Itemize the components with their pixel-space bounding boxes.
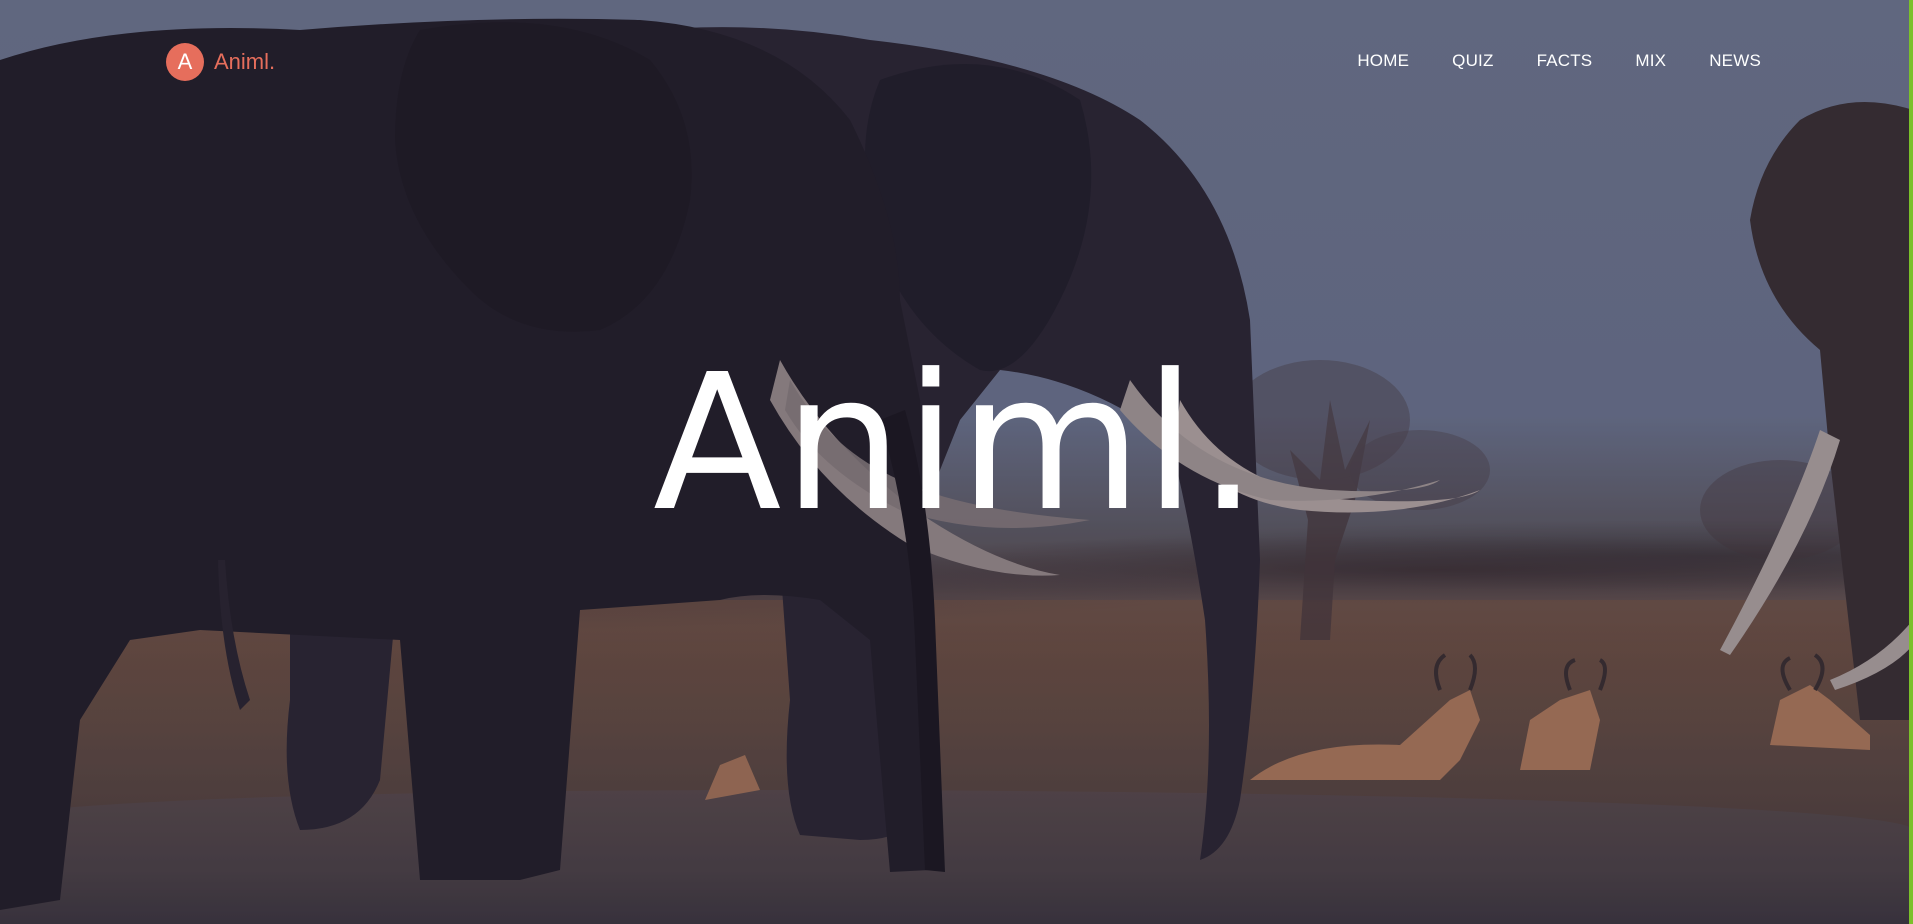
main-nav: HOME QUIZ FACTS MIX NEWS	[1357, 51, 1761, 71]
site-header: A Animl. HOME QUIZ FACTS MIX NEWS	[0, 0, 1913, 124]
logo-badge: A	[166, 43, 204, 81]
hero-section: Animl. A Animl. HOME QUIZ FACTS MIX NEWS	[0, 0, 1913, 924]
logo-text: Animl.	[214, 49, 276, 74]
hero-title: Animl.	[652, 334, 1261, 553]
nav-item-quiz[interactable]: QUIZ	[1452, 51, 1493, 71]
scrollbar-accent[interactable]	[1909, 0, 1913, 924]
nav-item-facts[interactable]: FACTS	[1537, 51, 1593, 71]
nav-item-home[interactable]: HOME	[1357, 51, 1409, 71]
logo-link[interactable]: A Animl.	[166, 43, 275, 81]
nav-item-news[interactable]: NEWS	[1709, 51, 1761, 71]
nav-item-mix[interactable]: MIX	[1635, 51, 1666, 71]
